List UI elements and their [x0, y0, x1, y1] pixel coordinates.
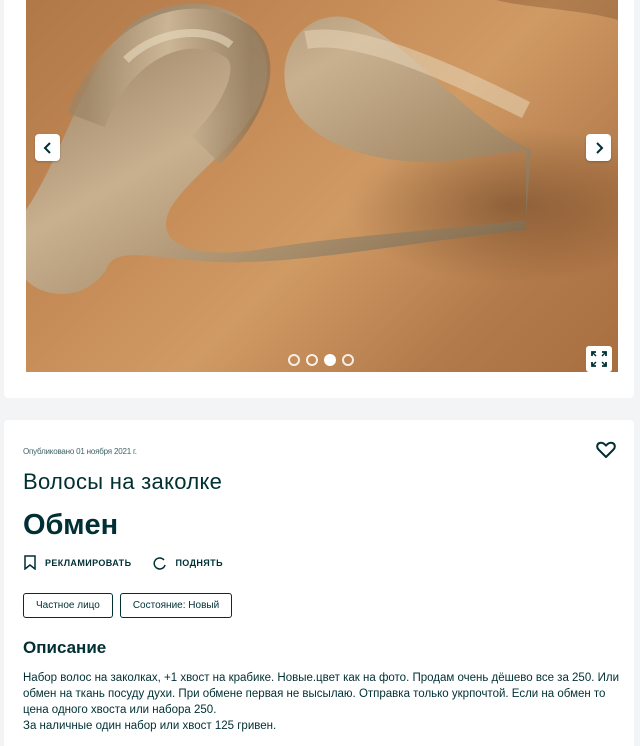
- expand-icon: [591, 351, 607, 367]
- favorite-button[interactable]: [596, 441, 616, 459]
- chevron-left-icon: [43, 141, 51, 154]
- photo-pagination-dots: [288, 354, 354, 366]
- hair-illustration: [26, 0, 618, 294]
- promote-button[interactable]: РЕКЛАМИРОВАТЬ: [23, 555, 131, 570]
- ad-actions: РЕКЛАМИРОВАТЬ ПОДНЯТЬ: [23, 555, 245, 570]
- bookmark-icon: [24, 555, 36, 570]
- description-text: Набор волос на заколках, +1 хвост на кра…: [23, 672, 620, 732]
- refresh-icon: [153, 556, 167, 570]
- ad-info-card: Опубликовано 01 ноября 2021 г. Волосы на…: [4, 420, 634, 746]
- seller-type-tag[interactable]: Частное лицо: [23, 593, 113, 618]
- heart-icon: [596, 441, 616, 458]
- promote-label: РЕКЛАМИРОВАТЬ: [45, 557, 132, 568]
- raise-button[interactable]: ПОДНЯТЬ: [153, 556, 223, 570]
- photo-dot[interactable]: [288, 354, 300, 366]
- ad-tags: Частное лицо Состояние: Новый: [23, 593, 233, 618]
- prev-photo-button[interactable]: [35, 134, 60, 161]
- chevron-right-icon: [595, 141, 603, 154]
- description-heading: Описание: [23, 638, 107, 657]
- photo-dot[interactable]: [306, 354, 318, 366]
- raise-label: ПОДНЯТЬ: [175, 557, 223, 568]
- published-date: Опубликовано 01 ноября 2021 г.: [23, 447, 137, 456]
- condition-tag[interactable]: Состояние: Новый: [119, 593, 233, 618]
- photo-dot[interactable]: [342, 354, 354, 366]
- ad-title: Волосы на заколке: [23, 469, 223, 494]
- product-photo[interactable]: [26, 0, 618, 372]
- photo-dot-active[interactable]: [324, 354, 336, 366]
- gallery-card: [4, 0, 634, 398]
- next-photo-button[interactable]: [586, 134, 611, 161]
- fullscreen-button[interactable]: [586, 346, 612, 372]
- ad-price: Обмен: [23, 509, 119, 541]
